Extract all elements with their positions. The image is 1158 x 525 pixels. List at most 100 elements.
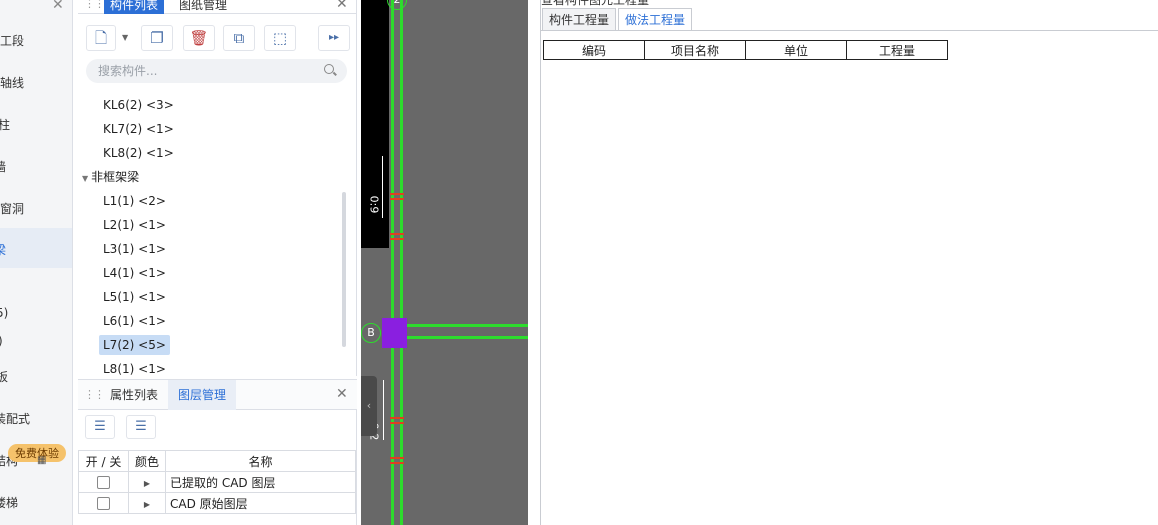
copy-icon: ❐ [150,29,164,47]
nav-item-label: 5) [0,306,9,320]
layers-icon: ⧉ [233,29,245,47]
layer-management-panel: ⋮⋮ 属性列表 图层管理 ✕ ☰ ☰ 开 / 关 颜色 名称 ▶ 已提取的 CA… [78,379,357,525]
export-button[interactable]: ⬚ [264,25,296,51]
group-label: 非框架梁 [91,170,140,184]
dimension-line [383,380,384,440]
list-item[interactable]: L5(1) <1> [99,287,170,307]
list-item[interactable]: L2(1) <1> [99,215,170,235]
close-icon[interactable]: ✕ [336,0,348,12]
beam-line [391,324,528,327]
list-item[interactable]: L4(1) <1> [99,263,170,283]
rebar-mark [390,462,404,464]
nav-item-label: 梁 [0,241,6,258]
cad-drawing-canvas[interactable]: 0:9 0:2 2 B ‹ [361,0,528,525]
chevron-right-icon: ▸▸ [328,32,340,43]
beam-line [391,336,528,339]
rebar-mark [390,198,404,200]
rebar-mark [390,422,404,424]
list-item-selected[interactable]: L7(2) <5> [99,335,170,355]
layer-toggle-checkbox[interactable] [97,497,110,510]
export-icon: ⬚ [272,29,288,47]
tab-drawing-management[interactable]: 图纸管理 [173,0,233,14]
divider [541,30,1158,31]
nav-item-label: 施工段 [0,34,25,48]
column-element[interactable] [382,318,407,348]
component-list-panel: ⋮⋮ 构件列表 图纸管理 ✕ 🗋 ▼ ❐ 🗑 ⧉ ⬚ ▸▸ KL6(2) <3>… [78,0,357,376]
trash-icon: 🗑 [189,29,209,47]
nav-item-label: 门窗洞 [0,202,25,216]
nav-item-beam[interactable]: 梁 [0,228,72,268]
column-header-toggle: 开 / 关 [78,450,129,472]
scrollbar[interactable] [342,192,346,347]
table-row[interactable]: ▶ CAD 原始图层 [78,492,356,514]
tab-component-list[interactable]: 构件列表 [104,0,165,14]
new-file-icon: 🗋 [94,29,108,47]
nav-item-label: 板 [0,368,8,385]
layer-table: 开 / 关 颜色 名称 ▶ 已提取的 CAD 图层 ▶ CAD 原始图层 [78,450,356,514]
dimension-line [382,156,383,218]
layer-panel-tabs: ⋮⋮ 属性列表 图层管理 ✕ [78,380,357,410]
list-item[interactable]: KL6(2) <3> [99,95,178,115]
delete-component-button[interactable]: 🗑 [183,25,215,51]
chevron-down-icon[interactable]: ▼ [122,33,128,42]
axis-marker: 2 [387,0,407,10]
tab-component-quantity[interactable]: 构件工程量 [542,8,617,30]
nav-item-label: 墙 [0,158,6,175]
rebar-mark [390,417,404,419]
expand-caret-icon[interactable]: ▶ [144,500,150,509]
new-component-button[interactable]: 🗋 [86,25,116,51]
list-item[interactable]: L8(1) <1> [99,359,170,375]
group-non-frame-beam[interactable]: ▼ 非框架梁 [82,167,139,187]
nav-item-label: 柱 [0,116,10,133]
rebar-mark [390,233,404,235]
layer-name: CAD 原始图层 [165,492,356,514]
search-icon[interactable] [324,64,334,74]
list-item[interactable]: L6(1) <1> [99,311,170,331]
quantity-table: 编码 项目名称 单位 工程量 [543,40,948,60]
nav-item-label: 轴线 [0,76,25,90]
dimension-text: 0:9 [367,195,381,214]
expand-caret-icon[interactable]: ▶ [144,479,150,488]
collapse-panel-handle[interactable]: ‹ [361,376,377,436]
layer-toggle-checkbox[interactable] [97,476,110,489]
close-icon[interactable]: ✕ [52,0,64,13]
list-item[interactable]: KL8(2) <1> [99,143,178,163]
rebar-mark [390,457,404,459]
beam-fill [394,0,400,525]
nav-item-label: ) [0,334,3,348]
rebar-mark [390,193,404,195]
tab-method-quantity[interactable]: 做法工程量 [618,8,693,31]
panel-title: 查看构件图元工程量 [541,0,650,7]
rebar-mark [390,238,404,240]
column-header-unit: 单位 [745,40,847,60]
grid-icon: ▦ [37,455,47,466]
nav-item-label: 装配式 [0,412,31,426]
column-header-color: 颜色 [128,450,166,472]
close-icon[interactable]: ✕ [336,386,348,402]
drag-handle-icon[interactable]: ⋮⋮ [84,0,105,10]
show-layers-button[interactable]: ☰ [85,415,115,439]
list-item[interactable]: L3(1) <1> [99,239,170,259]
axis-marker: B [361,323,381,343]
chevron-left-icon: ‹ [366,399,372,412]
tab-layer-management[interactable]: 图层管理 [168,380,237,410]
hide-layers-button[interactable]: ☰ [126,415,156,439]
layers-icon: ☰ [94,419,106,434]
quantities-panel: 查看构件图元工程量 构件工程量 做法工程量 编码 项目名称 单位 工程量 [540,0,1158,525]
left-navigation: ✕ 施工段 轴线 柱 墙 门窗洞 梁 5) ) 板 装配式 结构 楼梯 免费体验… [0,0,73,525]
table-row[interactable]: ▶ 已提取的 CAD 图层 [78,471,356,493]
more-tools-button[interactable]: ▸▸ [318,25,350,51]
copy-component-button[interactable]: ❐ [141,25,173,51]
duplicate-button[interactable]: ⧉ [223,25,255,51]
list-item[interactable]: L1(1) <2> [99,191,170,211]
layer-name: 已提取的 CAD 图层 [165,471,356,493]
column-header-quantity: 工程量 [846,40,948,60]
column-header-item-name: 项目名称 [644,40,746,60]
search-input[interactable] [86,59,347,83]
tab-property-list[interactable]: 属性列表 [100,380,168,410]
layers-icon: ☰ [135,419,147,434]
list-item[interactable]: KL7(2) <1> [99,119,178,139]
caret-down-icon[interactable]: ▼ [82,174,88,183]
beam-line [400,0,403,525]
column-header-name: 名称 [165,450,356,472]
